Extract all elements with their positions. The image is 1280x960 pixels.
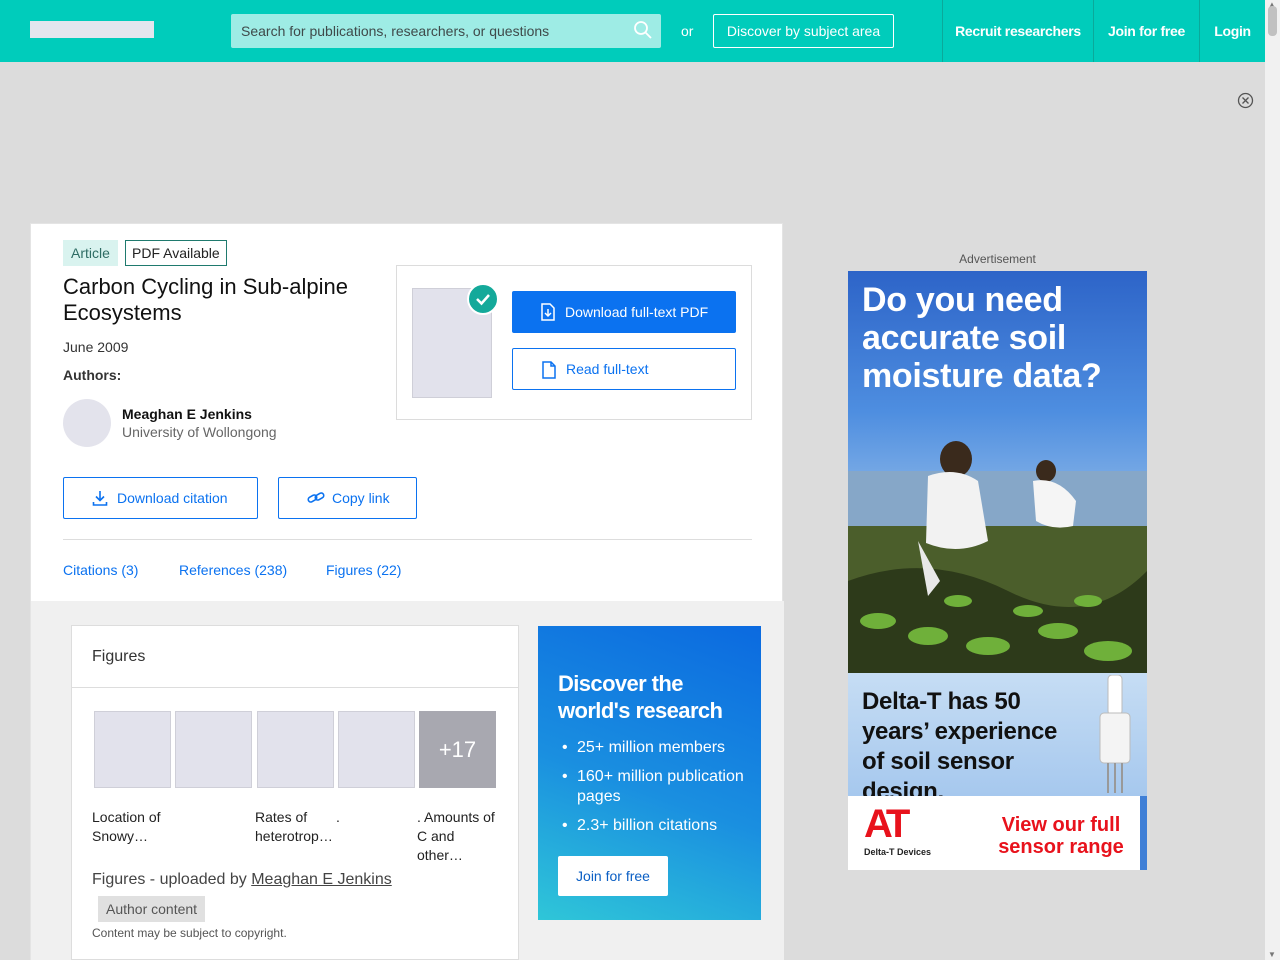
site-logo[interactable] xyxy=(30,21,154,38)
copy-link-button[interactable]: Copy link xyxy=(278,477,417,519)
tab-citations[interactable]: Citations (3) xyxy=(63,562,138,578)
soil-sensor-image xyxy=(1099,675,1131,793)
scrollbar-thumb[interactable] xyxy=(1268,6,1277,36)
tab-figures[interactable]: Figures (22) xyxy=(326,562,401,578)
download-icon xyxy=(92,491,108,506)
advertisement-label: Advertisement xyxy=(959,252,1036,266)
download-pdf-button[interactable]: Download full-text PDF xyxy=(512,291,736,333)
top-navigation-bar: Search for publications, researchers, or… xyxy=(0,0,1265,62)
page-scrollbar[interactable]: ▲ ▼ xyxy=(1265,0,1280,960)
promo-title: Discover the world's research xyxy=(558,671,723,723)
author-affiliation: University of Wollongong xyxy=(122,424,277,440)
copy-link-label: Copy link xyxy=(332,490,390,506)
discover-by-subject-button[interactable]: Discover by subject area xyxy=(713,14,894,48)
link-icon xyxy=(307,492,325,503)
list-item: 160+ million publication pages xyxy=(558,767,758,807)
search-placeholder: Search for publications, researchers, or… xyxy=(241,23,550,39)
download-file-icon xyxy=(541,303,555,321)
figure-caption-1[interactable]: Location of Snowy… xyxy=(92,808,174,846)
section-divider xyxy=(63,539,752,540)
ad-headline: Do you need accurate soil moisture data? xyxy=(862,281,1102,395)
list-item: 25+ million members xyxy=(558,738,758,758)
delta-t-logo-caption: Delta-T Devices xyxy=(864,847,932,857)
promo-stats-list: 25+ million members 160+ million publica… xyxy=(558,738,758,845)
download-pdf-label: Download full-text PDF xyxy=(565,304,709,320)
author-name[interactable]: Meaghan E Jenkins xyxy=(122,406,252,422)
figures-card: Figures +17 Location of Snowy… Rates of … xyxy=(71,625,519,960)
close-icon[interactable] xyxy=(1237,92,1254,109)
search-input[interactable]: Search for publications, researchers, or… xyxy=(231,14,661,48)
uploaded-by-prefix: Figures - uploaded by xyxy=(92,871,247,888)
ad-top-section: Do you need accurate soil moisture data? xyxy=(848,271,1147,673)
pdf-available-badge: PDF Available xyxy=(125,240,227,266)
ad-middle-section: Delta-T has 50 years’ experience of soil… xyxy=(848,673,1147,805)
figures-heading: Figures xyxy=(92,648,146,665)
advertisement-banner[interactable]: Do you need accurate soil moisture data?… xyxy=(848,271,1147,870)
read-fulltext-label: Read full-text xyxy=(566,361,649,377)
promo-join-button[interactable]: Join for free xyxy=(558,856,668,896)
article-type-badge: Article xyxy=(63,240,118,266)
figures-uploaded-by: Figures - uploaded by Meaghan E Jenkins xyxy=(92,871,392,889)
publication-date: June 2009 xyxy=(63,339,129,355)
delta-t-logo: AT xyxy=(864,802,910,846)
search-icon[interactable] xyxy=(633,20,653,40)
figure-caption-3[interactable]: . xyxy=(336,808,356,827)
author-avatar[interactable] xyxy=(63,399,111,447)
figure-thumbnail-3[interactable] xyxy=(257,711,334,788)
read-fulltext-button[interactable]: Read full-text xyxy=(512,348,736,390)
document-icon xyxy=(542,361,556,379)
or-text: or xyxy=(681,23,694,39)
list-item: 2.3+ billion citations xyxy=(558,816,758,836)
figures-divider xyxy=(72,687,518,688)
ad-bottom-section: AT Delta-T Devices View our full sensor … xyxy=(848,796,1140,870)
more-figures-button[interactable]: +17 xyxy=(419,711,496,788)
copyright-notice: Content may be subject to copyright. xyxy=(92,926,287,940)
download-citation-button[interactable]: Download citation xyxy=(63,477,258,519)
login-link[interactable]: Login xyxy=(1199,0,1265,62)
ad-call-to-action[interactable]: View our full sensor range xyxy=(986,814,1136,858)
figure-thumbnail-2[interactable] xyxy=(175,711,252,788)
ad-subline: Delta-T has 50 years’ experience of soil… xyxy=(862,688,1058,805)
author-content-badge: Author content xyxy=(98,896,206,922)
join-for-free-link[interactable]: Join for free xyxy=(1093,0,1199,62)
uploader-link[interactable]: Meaghan E Jenkins xyxy=(251,871,392,888)
download-citation-label: Download citation xyxy=(117,490,228,506)
discover-research-promo: Discover the world's research 25+ millio… xyxy=(538,626,761,920)
ad-photo-scientists-image xyxy=(848,441,1147,673)
figure-thumbnail-1[interactable] xyxy=(94,711,171,788)
recruit-researchers-link[interactable]: Recruit researchers xyxy=(942,0,1093,62)
scroll-down-arrow-icon[interactable]: ▼ xyxy=(1268,950,1276,959)
authors-label: Authors: xyxy=(63,367,122,383)
tab-references[interactable]: References (238) xyxy=(179,562,287,578)
figure-caption-4[interactable]: . Amounts of C and other… xyxy=(417,808,502,865)
figure-caption-2[interactable]: Rates of heterotrop… xyxy=(255,808,335,846)
pdf-preview-box: Download full-text PDF Read full-text xyxy=(396,265,752,420)
article-title: Carbon Cycling in Sub-alpine Ecosystems xyxy=(63,274,348,325)
check-icon xyxy=(467,283,499,315)
figure-thumbnail-4[interactable] xyxy=(338,711,415,788)
